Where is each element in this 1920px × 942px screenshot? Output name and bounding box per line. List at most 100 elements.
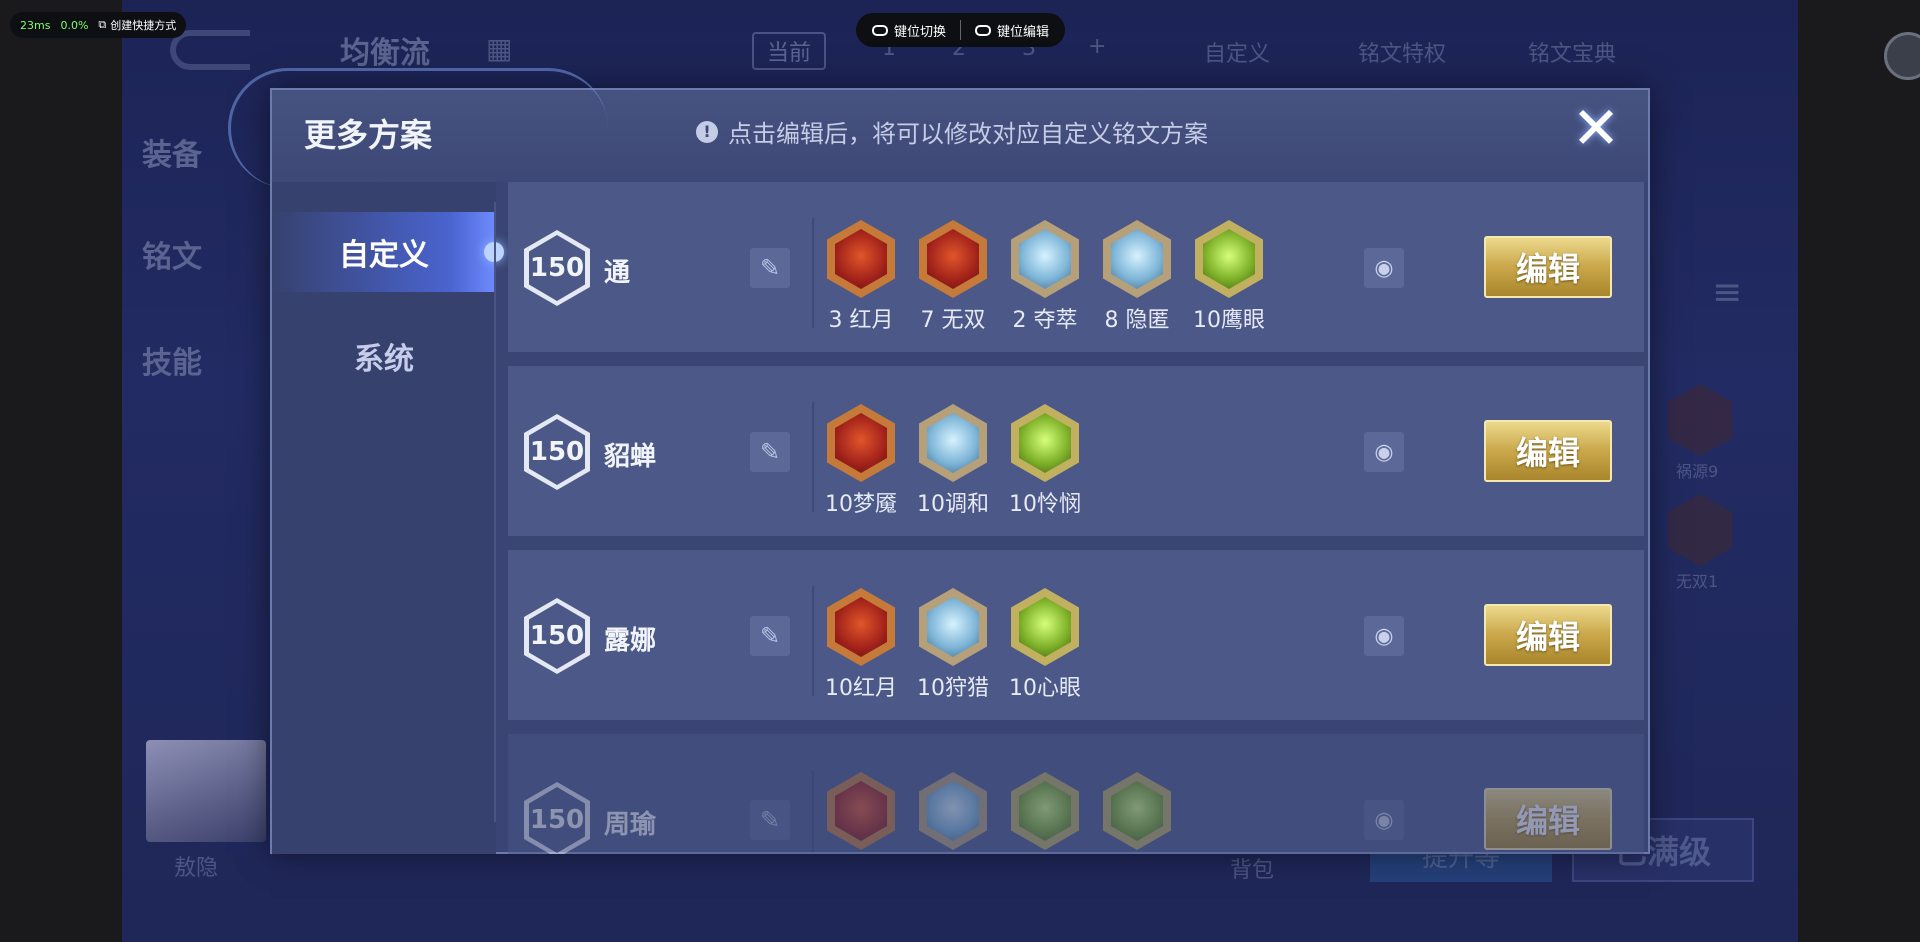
rune-label: 10狩猎 — [917, 676, 989, 701]
emulator-status-bar: 23ms 0.0% ⧉ 创建快捷方式 — [10, 12, 187, 38]
keymap-switch-button[interactable]: 键位切换 — [872, 21, 946, 40]
bg-right-rune-icon[interactable] — [1668, 384, 1732, 456]
eye-icon[interactable]: ◉ — [1364, 432, 1404, 472]
rune-item[interactable]: 7 无双 — [918, 220, 988, 334]
rune-item[interactable]: 10梦魇 — [825, 404, 897, 518]
shortcut-icon: ⧉ — [98, 18, 107, 31]
gear-icon[interactable] — [1884, 32, 1920, 80]
bg-list-icon[interactable]: ≡ — [1712, 272, 1742, 313]
modal-sidebar: 自定义 系统 — [272, 182, 504, 854]
back-arrow-icon[interactable] — [170, 30, 250, 70]
edit-button[interactable]: 编辑 — [1484, 420, 1612, 482]
rune-label: 3 红月 — [828, 308, 894, 333]
divider — [960, 20, 962, 40]
rename-pen-icon[interactable]: ✎ — [750, 800, 790, 840]
rune-green-icon — [1011, 772, 1079, 850]
rune-group — [826, 772, 1172, 854]
level-value: 150 — [529, 235, 585, 301]
scheme-name: 露娜 — [604, 626, 657, 656]
rune-label: 8 隐匿 — [1104, 308, 1170, 333]
level-badge: 150 — [524, 414, 590, 490]
level-badge: 150 — [524, 230, 590, 306]
gamepad-icon — [975, 24, 992, 36]
rune-item[interactable]: 10红月 — [825, 588, 897, 702]
tab-custom[interactable]: 自定义 — [272, 212, 496, 292]
rename-pen-icon[interactable]: ✎ — [750, 432, 790, 472]
sidebar-divider — [494, 202, 496, 822]
eye-icon[interactable]: ◉ — [1364, 248, 1404, 288]
row-divider — [812, 770, 814, 854]
level-value: 150 — [529, 603, 585, 669]
tab-system[interactable]: 系统 — [272, 316, 496, 396]
bg-add-scheme[interactable]: + — [1088, 34, 1106, 59]
grid-icon[interactable]: ▦ — [486, 32, 512, 65]
scheme-name: 周瑜 — [604, 810, 657, 840]
rune-label: 10调和 — [917, 492, 989, 517]
rune-group: 10梦魇 10调和 10怜悯 — [825, 404, 1081, 518]
edit-button[interactable]: 编辑 — [1484, 604, 1612, 666]
hero-avatar[interactable] — [146, 740, 266, 842]
rune-item[interactable]: 10心眼 — [1009, 588, 1081, 702]
row-divider — [812, 402, 814, 512]
rune-red-icon — [827, 404, 895, 482]
create-shortcut-button[interactable]: ⧉ 创建快捷方式 — [98, 17, 176, 33]
rune-item[interactable]: 10狩猎 — [917, 588, 989, 702]
scheme-list[interactable]: 150 通 ✎ 3 红月 7 无双 2 夺萃 8 隐匿 10鹰眼 ◉ 编辑 15… — [508, 182, 1644, 854]
bg-side-skill[interactable]: 技能 — [142, 338, 202, 382]
rune-item[interactable] — [918, 772, 988, 854]
edit-button[interactable]: 编辑 — [1484, 788, 1612, 850]
row-divider — [812, 218, 814, 328]
bg-tab-current[interactable]: 当前 — [752, 32, 826, 70]
level-badge: 150 — [524, 782, 590, 854]
rune-item[interactable]: 10怜悯 — [1009, 404, 1081, 518]
shortcut-label: 创建快捷方式 — [110, 19, 177, 32]
rune-blue-icon — [919, 404, 987, 482]
bg-side-equipment[interactable]: 装备 — [142, 130, 202, 174]
rune-item[interactable]: 10调和 — [917, 404, 989, 518]
bg-rune-codex[interactable]: 铭文宝典 — [1528, 36, 1616, 68]
level-value: 150 — [529, 787, 585, 853]
latency-text: 23ms — [20, 18, 51, 32]
level-value: 150 — [529, 419, 585, 485]
bg-bag-label[interactable]: 背包 — [1230, 852, 1274, 884]
bg-custom-link[interactable]: 自定义 — [1204, 36, 1270, 68]
keymap-bar: 键位切换 键位编辑 — [856, 13, 1066, 47]
close-button[interactable]: ✕ — [1568, 99, 1624, 157]
rune-item[interactable] — [1102, 772, 1172, 854]
rename-pen-icon[interactable]: ✎ — [750, 616, 790, 656]
rune-label: 7 无双 — [920, 308, 986, 333]
bg-rune-privilege[interactable]: 铭文特权 — [1358, 36, 1446, 68]
gamepad-icon — [872, 24, 888, 36]
modal-header: 更多方案 ! 点击编辑后，将可以修改对应自定义铭文方案 ✕ — [228, 68, 1648, 188]
rename-pen-icon[interactable]: ✎ — [750, 248, 790, 288]
rune-group: 3 红月 7 无双 2 夺萃 8 隐匿 10鹰眼 — [826, 220, 1265, 334]
rune-item[interactable]: 2 夺萃 — [1010, 220, 1080, 334]
rune-blue-icon — [919, 772, 987, 850]
rune-group: 10红月 10狩猎 10心眼 — [825, 588, 1081, 702]
edit-button[interactable]: 编辑 — [1484, 236, 1612, 298]
rune-label: 10鹰眼 — [1193, 308, 1265, 333]
scheme-row: 150 通 ✎ 3 红月 7 无双 2 夺萃 8 隐匿 10鹰眼 ◉ 编辑 — [508, 182, 1644, 354]
rune-red-icon — [919, 220, 987, 298]
rune-item[interactable]: 10鹰眼 — [1193, 220, 1265, 334]
eye-icon[interactable]: ◉ — [1364, 800, 1404, 840]
rune-blue-icon — [1103, 220, 1171, 298]
rune-item[interactable]: 3 红月 — [826, 220, 896, 334]
rune-green-icon — [1011, 588, 1079, 666]
rune-red-icon — [827, 220, 895, 298]
rune-item[interactable]: 8 隐匿 — [1102, 220, 1172, 334]
rune-label: 10怜悯 — [1009, 492, 1081, 517]
scheme-row: 150 周瑜 ✎ ◉ 编辑 — [508, 734, 1644, 854]
rune-label: 2 夺萃 — [1012, 308, 1078, 333]
rune-label: 10心眼 — [1009, 676, 1081, 701]
modal-tip-text: 点击编辑后，将可以修改对应自定义铭文方案 — [728, 120, 1208, 148]
eye-icon[interactable]: ◉ — [1364, 616, 1404, 656]
rune-item[interactable] — [1010, 772, 1080, 854]
scheme-name: 通 — [604, 258, 631, 288]
rune-item[interactable] — [826, 772, 896, 854]
modal-tip: ! 点击编辑后，将可以修改对应自定义铭文方案 — [696, 114, 1208, 149]
bg-side-rune[interactable]: 铭文 — [142, 232, 202, 276]
rune-green-icon — [1103, 772, 1171, 850]
bg-right-rune-icon[interactable] — [1668, 494, 1732, 566]
keymap-edit-button[interactable]: 键位编辑 — [975, 21, 1049, 40]
